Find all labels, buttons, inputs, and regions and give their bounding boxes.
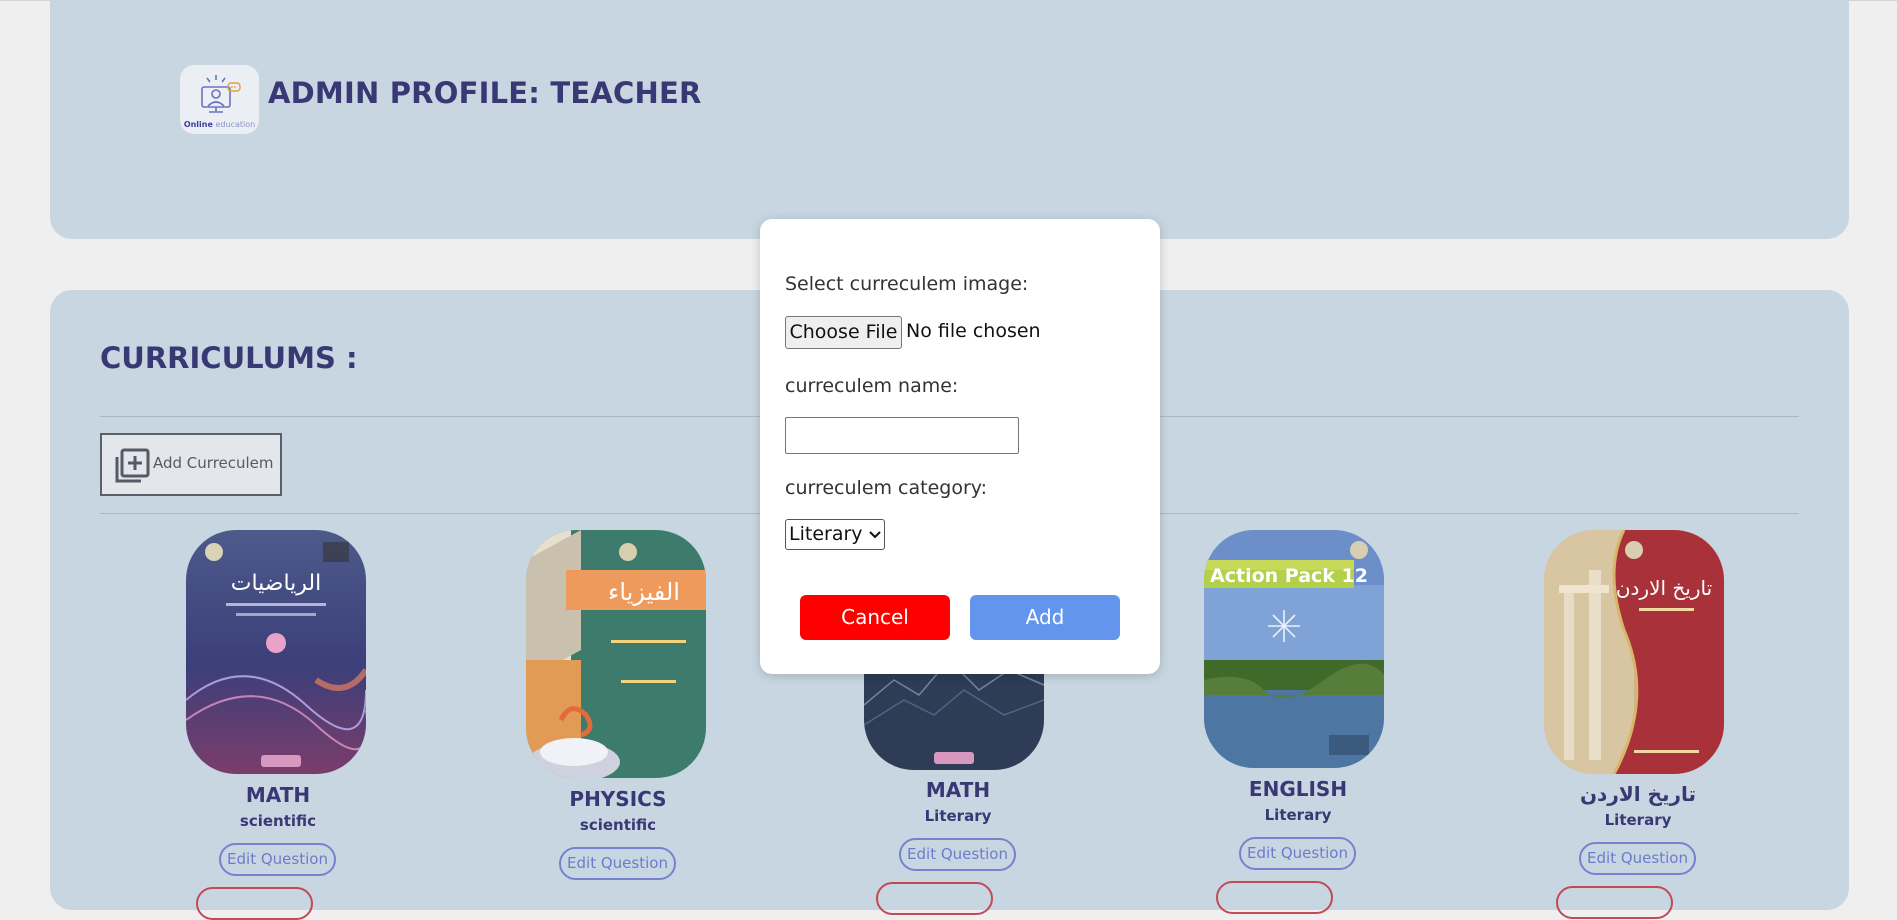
curriculum-cover-image[interactable]: الرياضيات [186, 530, 366, 774]
delete-button[interactable] [1556, 886, 1673, 919]
header-panel [50, 0, 1849, 239]
add-curreculem-label: Add Curreculem [153, 454, 274, 472]
svg-text:Action Pack 12: Action Pack 12 [1210, 565, 1368, 587]
curriculum-category: Literary [1604, 811, 1672, 829]
delete-button[interactable] [876, 882, 993, 915]
category-label: curreculem category: [785, 477, 988, 499]
curriculum-name: تاريخ الاردن [1579, 782, 1696, 806]
curriculum-cover-image[interactable]: تاريخ الاردن [1544, 530, 1724, 774]
category-select[interactable]: Literary [785, 519, 885, 550]
cancel-button[interactable]: Cancel [800, 595, 950, 640]
add-curreculem-modal: Select curreculem image: Choose File No … [760, 219, 1160, 674]
svg-text:الرياضيات: الرياضيات [231, 571, 322, 596]
curriculum-category: Literary [1264, 806, 1332, 824]
curreculem-name-input[interactable] [785, 417, 1019, 454]
logo-text: Online education [183, 120, 256, 129]
curriculum-cover-image[interactable]: الفيزياء [526, 530, 706, 778]
file-status: No file chosen [906, 320, 1041, 342]
curriculum-category: scientific [239, 812, 317, 830]
curriculum-cover-image[interactable]: Action Pack 12 [1204, 530, 1384, 768]
curriculum-category: Literary [924, 807, 992, 825]
curriculum-name: PHYSICS [569, 787, 667, 811]
edit-question-button[interactable]: Edit Question [1239, 837, 1356, 870]
edit-question-button[interactable]: Edit Question [1579, 842, 1696, 875]
logo: Online education [180, 65, 259, 134]
add-curreculem-button[interactable]: Add Curreculem [100, 433, 282, 496]
add-box-icon [115, 448, 150, 483]
edit-question-button[interactable]: Edit Question [219, 843, 336, 876]
category-selected-value: Literary [789, 523, 863, 545]
curriculum-name: MATH [245, 783, 311, 807]
online-education-icon [201, 75, 241, 113]
choose-file-button[interactable]: Choose File [785, 316, 902, 349]
curriculum-name: MATH [925, 778, 991, 802]
svg-text:تاريخ الاردن: تاريخ الاردن [1616, 576, 1712, 600]
image-label: Select curreculem image: [785, 273, 1029, 295]
page-title: ADMIN PROFILE: TEACHER [268, 76, 702, 110]
curriculum-category: scientific [579, 816, 657, 834]
chevron-down-icon [869, 531, 881, 539]
name-label: curreculem name: [785, 375, 959, 397]
edit-question-button[interactable]: Edit Question [899, 838, 1016, 871]
edit-question-button[interactable]: Edit Question [559, 847, 676, 880]
add-button[interactable]: Add [970, 595, 1120, 640]
curriculum-name: ENGLISH [1248, 777, 1348, 801]
section-title: CURRICULUMS : [100, 341, 358, 375]
svg-text:الفيزياء: الفيزياء [608, 578, 680, 606]
delete-button[interactable] [1216, 881, 1333, 914]
